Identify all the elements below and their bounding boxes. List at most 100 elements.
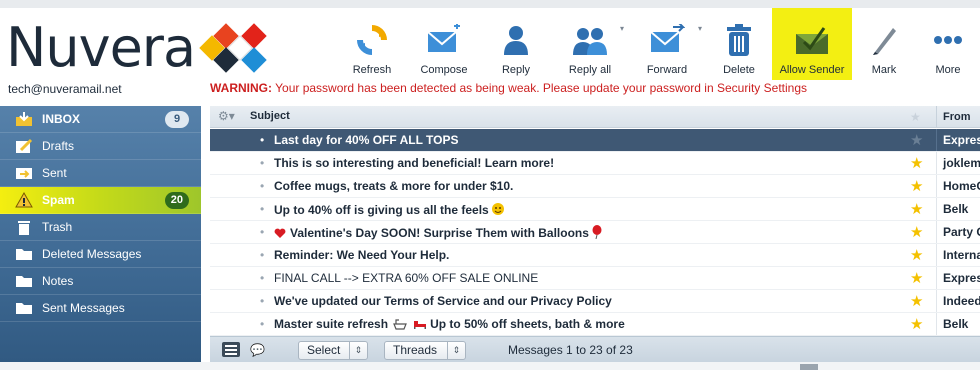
- table-row[interactable]: • Valentine's Day SOON! Surprise Them wi…: [210, 221, 980, 244]
- sidebar-item-trash[interactable]: Trash: [0, 214, 201, 241]
- list-footer: 💬 Select ⇕ Threads ⇕ Messages 1 to 23 of…: [210, 336, 980, 362]
- balloon-emoji-icon: [591, 225, 603, 242]
- message-subject: Coffee mugs, treats & more for under $10…: [274, 179, 514, 193]
- trash-icon: [14, 219, 34, 235]
- table-row[interactable]: • Up to 40% off is giving us all the fee…: [210, 198, 980, 221]
- flag-star-icon[interactable]: ★: [910, 177, 923, 195]
- sidebar-item-deleted-messages[interactable]: Deleted Messages: [0, 241, 201, 268]
- message-from: Expres: [936, 267, 980, 289]
- flag-star-icon[interactable]: ★: [910, 223, 923, 241]
- sidebar-item-drafts[interactable]: Drafts: [0, 133, 201, 160]
- threads-bubble-icon[interactable]: 💬: [250, 343, 265, 357]
- reply-all-button[interactable]: Reply all ▾: [552, 8, 628, 80]
- reply-button[interactable]: Reply: [480, 8, 552, 80]
- forward-dropdown-caret[interactable]: ▾: [698, 24, 702, 33]
- select-updown-icon: ⇕: [349, 342, 367, 359]
- select-dropdown[interactable]: Select ⇕: [298, 341, 368, 360]
- more-icon: [928, 20, 968, 60]
- message-subject: We've updated our Terms of Service and o…: [274, 294, 612, 308]
- sent-icon: [14, 165, 34, 181]
- inbox-unread-badge: 9: [165, 111, 189, 128]
- message-subject: Up to 40% off is giving us all the feels: [274, 202, 505, 219]
- bottom-strip: [0, 362, 980, 370]
- sidebar-item-notes[interactable]: Notes: [0, 268, 201, 295]
- heart-emoji-icon: [274, 228, 286, 242]
- reply-all-icon: [570, 20, 610, 60]
- compose-button[interactable]: Compose: [408, 8, 480, 80]
- forward-button[interactable]: Forward ▾: [628, 8, 706, 80]
- allow-sender-icon: [792, 20, 832, 60]
- sidebar-item-sent-messages[interactable]: Sent Messages: [0, 295, 201, 322]
- message-subject: Last day for 40% OFF ALL TOPS: [274, 133, 459, 147]
- refresh-button[interactable]: Refresh: [336, 8, 408, 80]
- drafts-icon: [14, 138, 34, 154]
- pen-icon: [864, 20, 904, 60]
- flag-star-icon[interactable]: ★: [910, 246, 923, 264]
- message-from: Express: [936, 129, 980, 151]
- table-row[interactable]: • We've updated our Terms of Service and…: [210, 290, 980, 313]
- table-row[interactable]: • Master suite refresh Up to 50% off she…: [210, 313, 980, 336]
- allow-sender-button[interactable]: Allow Sender: [772, 8, 852, 80]
- flag-star-icon[interactable]: ★: [910, 269, 923, 287]
- column-subject[interactable]: Subject: [250, 110, 290, 122]
- mail-app: Nuvera Refresh Compose Reply Reply all ▾…: [0, 0, 980, 370]
- bath-emoji-icon: [393, 318, 408, 333]
- flag-star-icon[interactable]: ★: [910, 292, 923, 310]
- folder-sidebar: INBOX 9 Drafts Sent Spam 20 Trash Delete…: [0, 106, 201, 362]
- compose-icon: [424, 20, 464, 60]
- message-subject: FINAL CALL --> EXTRA 60% OFF SALE ONLINE: [274, 271, 539, 285]
- table-row[interactable]: • Reminder: We Need Your Help. ★ Interna: [210, 244, 980, 267]
- unread-dot-icon: •: [260, 294, 265, 308]
- message-count: Messages 1 to 23 of 23: [508, 343, 633, 357]
- reply-icon: [496, 20, 536, 60]
- toolbar: Refresh Compose Reply Reply all ▾ Forwar…: [336, 8, 980, 86]
- logo: Nuvera: [6, 20, 271, 76]
- unread-dot-icon: •: [260, 202, 265, 216]
- table-row[interactable]: • This is so interesting and beneficial!…: [210, 152, 980, 175]
- unread-dot-icon: •: [260, 225, 265, 239]
- folder-icon: [14, 273, 34, 289]
- bed-emoji-icon: [413, 318, 427, 333]
- mark-button[interactable]: Mark: [852, 8, 916, 80]
- unread-dot-icon: •: [260, 156, 265, 170]
- flag-star-icon[interactable]: ★: [910, 315, 923, 333]
- list-options-gear-icon[interactable]: ⚙▾: [218, 109, 235, 123]
- unread-dot-icon: •: [260, 271, 265, 285]
- message-from: Belk: [936, 198, 980, 220]
- flag-star-icon[interactable]: ★: [910, 200, 923, 218]
- logo-mark: [199, 23, 271, 73]
- threads-dropdown[interactable]: Threads ⇕: [384, 341, 466, 360]
- folder-icon: [14, 246, 34, 262]
- forward-icon: [647, 20, 687, 60]
- password-warning[interactable]: WARNING: Your password has been detected…: [210, 81, 807, 95]
- column-from[interactable]: From: [936, 106, 980, 128]
- sidebar-item-spam[interactable]: Spam 20: [0, 187, 201, 214]
- unread-dot-icon: •: [260, 179, 265, 193]
- message-from: Belk: [936, 313, 980, 335]
- reply-all-dropdown-caret[interactable]: ▾: [620, 24, 624, 33]
- unread-dot-icon: •: [260, 248, 265, 262]
- folder-icon: [14, 300, 34, 316]
- message-list: ⚙▾ Subject ★ From • Last day for 40% OFF…: [210, 106, 980, 362]
- sidebar-item-inbox[interactable]: INBOX 9: [0, 106, 201, 133]
- delete-button[interactable]: Delete: [706, 8, 772, 80]
- table-row[interactable]: • Coffee mugs, treats & more for under $…: [210, 175, 980, 198]
- sidebar-item-sent[interactable]: Sent: [0, 160, 201, 187]
- table-row[interactable]: • Last day for 40% OFF ALL TOPS ★ Expres…: [210, 129, 980, 152]
- message-subject: Valentine's Day SOON! Surprise Them with…: [274, 225, 603, 242]
- list-view-icon[interactable]: [222, 342, 240, 357]
- message-from: joklem: [936, 152, 980, 174]
- bottom-resize-handle[interactable]: [800, 364, 818, 370]
- flag-star-icon[interactable]: ★: [910, 131, 923, 149]
- message-from: Interna: [936, 244, 980, 266]
- message-subject: Reminder: We Need Your Help.: [274, 248, 450, 262]
- threads-updown-icon: ⇕: [447, 342, 465, 359]
- column-flag-star-icon[interactable]: ★: [910, 110, 921, 124]
- message-subject: This is so interesting and beneficial! L…: [274, 156, 555, 170]
- header: Nuvera Refresh Compose Reply Reply all ▾…: [0, 0, 980, 80]
- table-row[interactable]: • FINAL CALL --> EXTRA 60% OFF SALE ONLI…: [210, 267, 980, 290]
- unread-dot-icon: •: [260, 317, 265, 331]
- flag-star-icon[interactable]: ★: [910, 154, 923, 172]
- more-button[interactable]: More: [916, 8, 980, 80]
- warning-label: WARNING:: [210, 81, 272, 95]
